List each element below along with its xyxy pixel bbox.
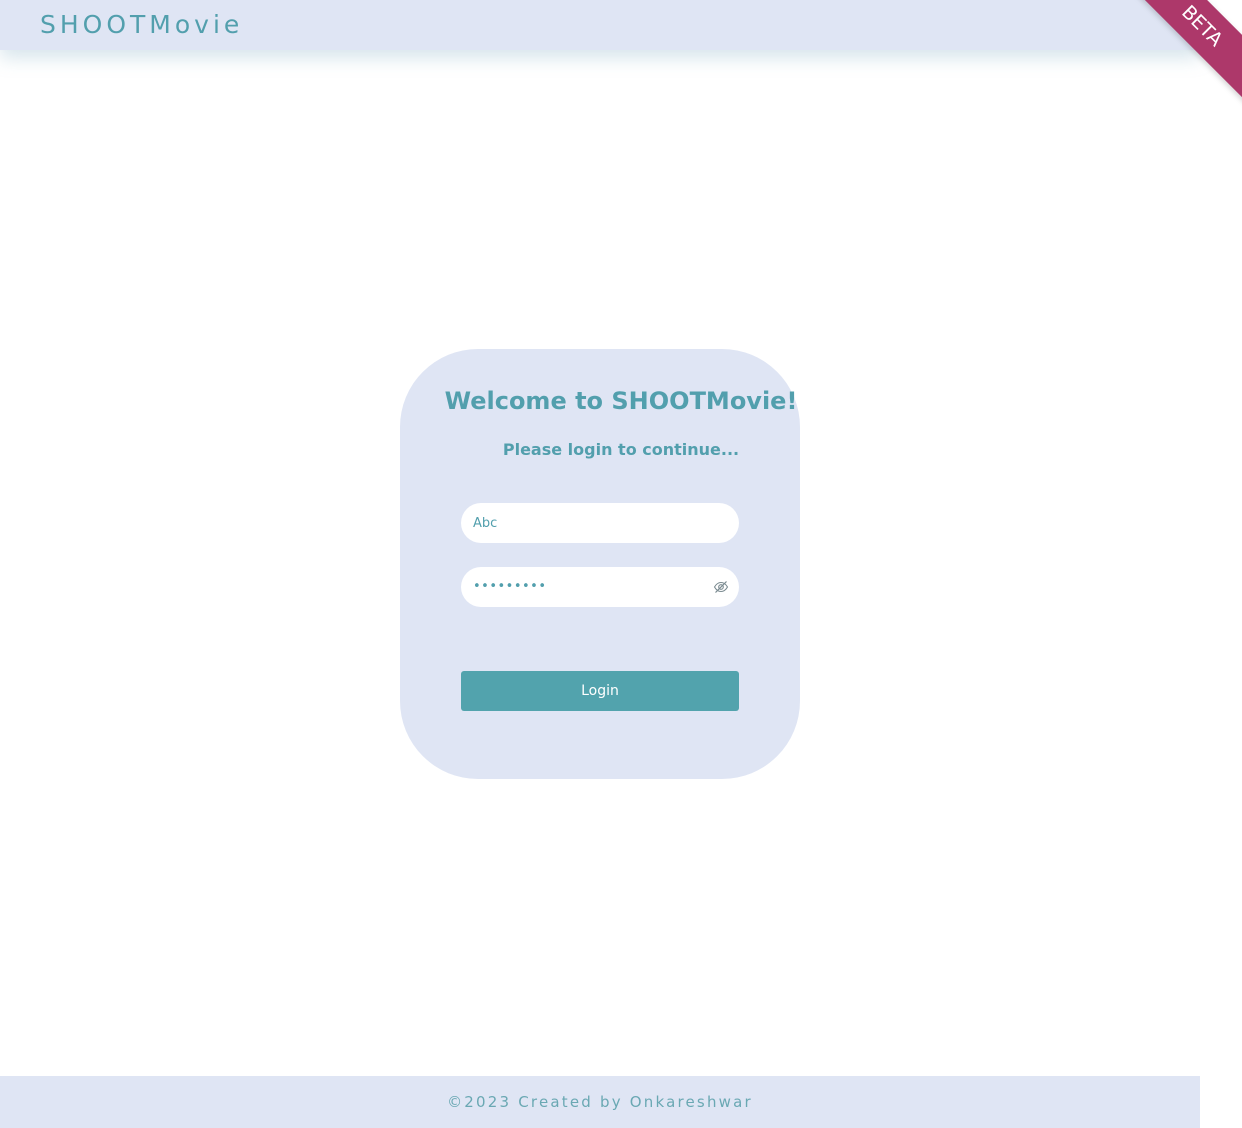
login-page: SHOOTMovie BETA Welcome to SHOOTMovie! P…: [0, 0, 1242, 1128]
login-subtitle: Please login to continue...: [502, 440, 740, 459]
password-field[interactable]: •••••••••: [461, 567, 739, 607]
username-field[interactable]: [461, 503, 739, 543]
password-input[interactable]: •••••••••: [473, 567, 547, 607]
top-navbar: SHOOTMovie: [0, 0, 1200, 50]
username-input[interactable]: [473, 503, 703, 543]
beta-ribbon: BETA: [1115, 0, 1242, 110]
page-footer: ©2023 Created by Onkareshwar: [0, 1076, 1200, 1128]
brand-logo[interactable]: SHOOTMovie: [40, 9, 243, 41]
welcome-title: Welcome to SHOOTMovie!: [444, 387, 798, 415]
login-button[interactable]: Login: [461, 671, 739, 711]
footer-credit: ©2023 Created by Onkareshwar: [447, 1093, 753, 1111]
eye-slash-icon[interactable]: [713, 579, 729, 595]
beta-ribbon-wrapper: BETA: [1082, 0, 1242, 110]
